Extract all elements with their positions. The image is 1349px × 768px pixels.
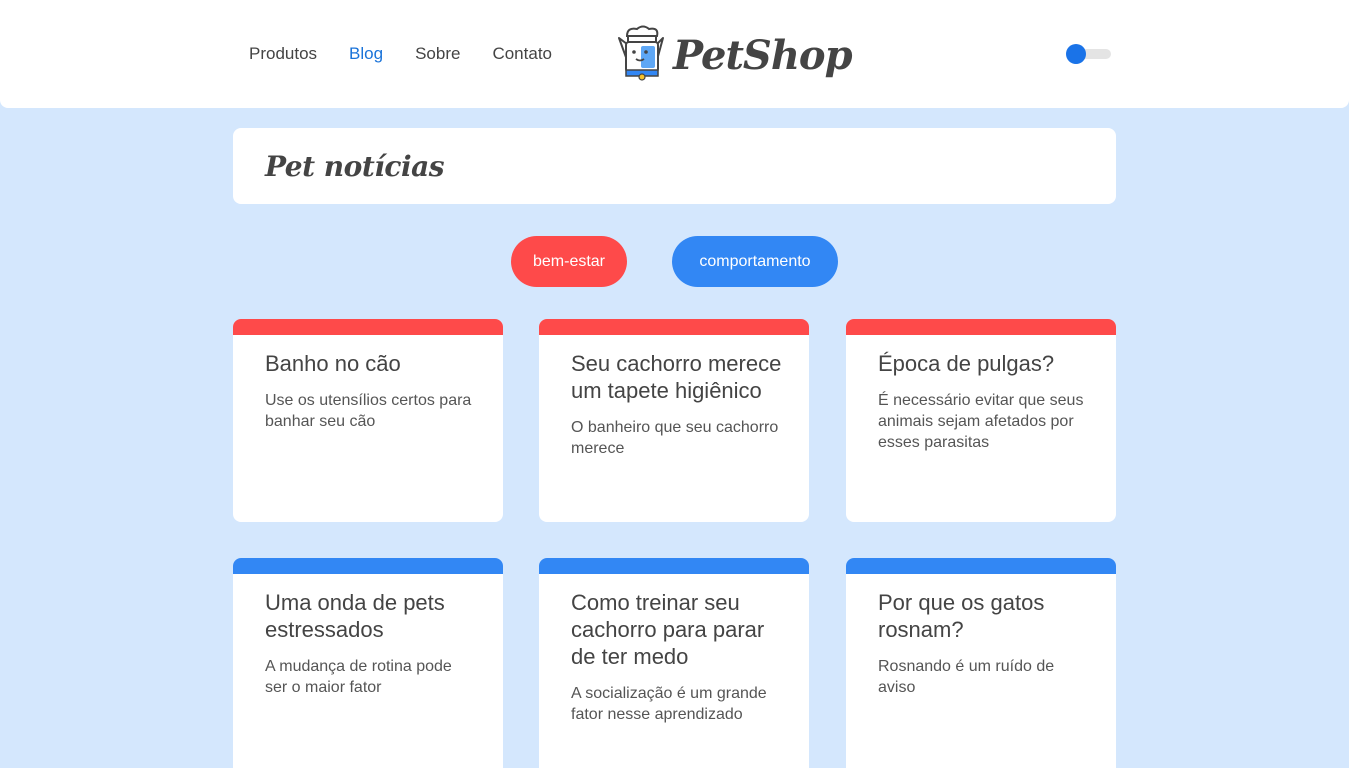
page-title: Pet notícias bbox=[265, 150, 445, 183]
post-card[interactable]: Época de pulgas? É necessário evitar que… bbox=[846, 319, 1116, 522]
post-title: Época de pulgas? bbox=[878, 351, 1055, 376]
category-chip-comportamento[interactable]: comportamento bbox=[672, 236, 838, 287]
post-card[interactable]: Banho no cão Use os utensílios certos pa… bbox=[233, 319, 503, 522]
post-summary: A mudança de rotina pode ser o maior fat… bbox=[265, 658, 452, 696]
post-title: Banho no cão bbox=[265, 351, 401, 376]
post-summary: Use os utensílios certos para banhar seu… bbox=[265, 392, 472, 430]
nav-link-blog[interactable]: Blog bbox=[349, 44, 383, 64]
site-header: Produtos Blog Sobre Contato PetShop bbox=[0, 0, 1349, 108]
post-card[interactable]: Por que os gatos rosnam? Rosnando é um r… bbox=[846, 558, 1116, 768]
post-title: Como treinar seu cachorro para parar de … bbox=[571, 590, 765, 669]
category-color-bar bbox=[539, 319, 809, 335]
category-color-bar bbox=[539, 558, 809, 574]
nav-link-produtos[interactable]: Produtos bbox=[249, 44, 317, 64]
theme-toggle[interactable] bbox=[1066, 44, 1112, 64]
post-title: Por que os gatos rosnam? bbox=[878, 590, 1045, 642]
page-title-box: Pet notícias bbox=[233, 128, 1116, 204]
category-color-bar bbox=[846, 558, 1116, 574]
post-title: Uma onda de pets estressados bbox=[265, 590, 445, 642]
post-title: Seu cachorro merece um tapete higiênico bbox=[571, 351, 782, 403]
category-chip-bem-estar[interactable]: bem-estar bbox=[511, 236, 627, 287]
nav-link-sobre[interactable]: Sobre bbox=[415, 44, 460, 64]
post-summary: Rosnando é um ruído de aviso bbox=[878, 658, 1055, 696]
category-color-bar bbox=[846, 319, 1116, 335]
main-nav: Produtos Blog Sobre Contato bbox=[249, 44, 584, 64]
post-card[interactable]: Uma onda de pets estressados A mudança d… bbox=[233, 558, 503, 768]
category-color-bar bbox=[233, 319, 503, 335]
category-color-bar bbox=[233, 558, 503, 574]
post-summary: É necessário evitar que seus animais sej… bbox=[878, 392, 1084, 451]
site-logo[interactable]: PetShop bbox=[615, 24, 853, 82]
logo-text: PetShop bbox=[673, 32, 853, 79]
nav-link-contato[interactable]: Contato bbox=[492, 44, 552, 64]
post-summary: A socialização é um grande fator nesse a… bbox=[571, 685, 767, 723]
dog-chef-icon bbox=[615, 24, 667, 82]
post-summary: O banheiro que seu cachorro merece bbox=[571, 419, 779, 457]
post-card[interactable]: Seu cachorro merece um tapete higiênico … bbox=[539, 319, 809, 522]
toggle-knob bbox=[1066, 44, 1086, 64]
post-card[interactable]: Como treinar seu cachorro para parar de … bbox=[539, 558, 809, 768]
